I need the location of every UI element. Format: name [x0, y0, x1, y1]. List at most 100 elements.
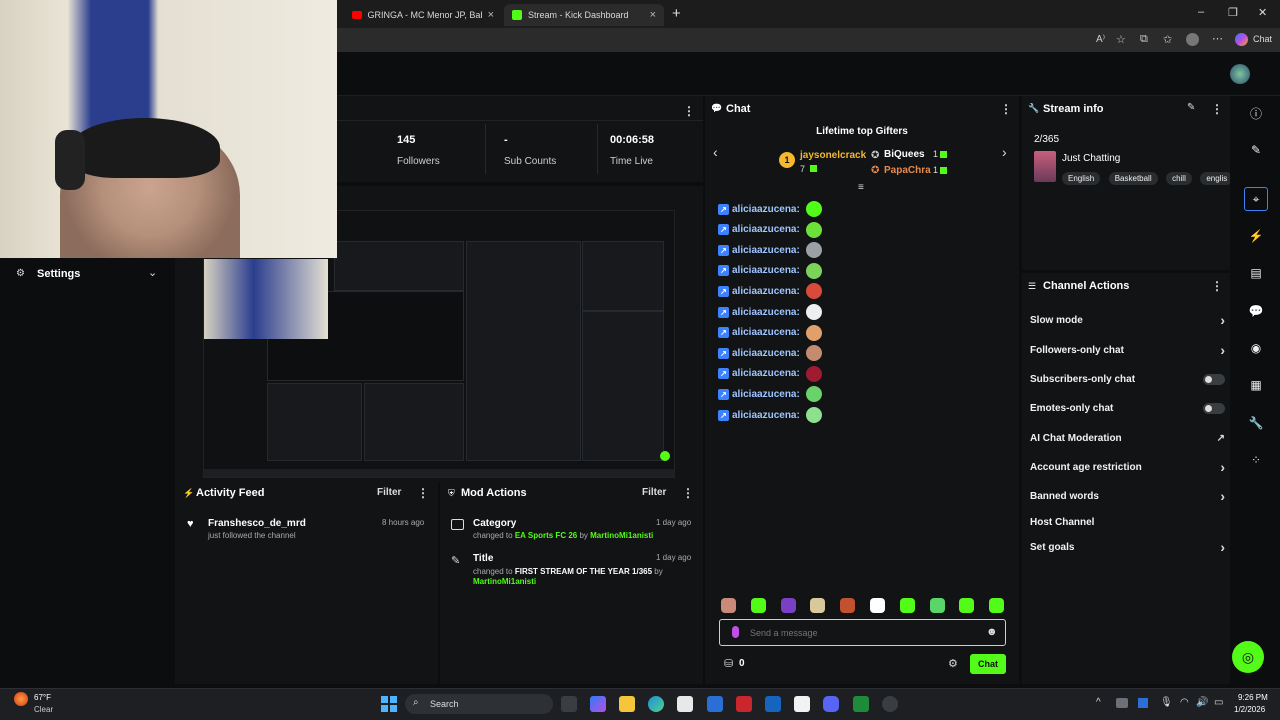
category-thumbnail[interactable]	[1034, 151, 1056, 182]
gifter-name[interactable]: BiQuees	[884, 149, 925, 160]
chat-rail-icon[interactable]: 💬	[1244, 299, 1268, 323]
copilot-chat-label[interactable]: Chat	[1253, 34, 1272, 44]
chat-username[interactable]: aliciaazucena:	[732, 410, 800, 421]
mod-filter-button[interactable]: Filter	[642, 487, 666, 498]
tab-close-icon[interactable]: ×	[488, 9, 494, 21]
favorite-icon[interactable]: ☆	[1116, 33, 1126, 46]
chat-menu-icon[interactable]: ⋮	[1000, 102, 1012, 116]
mail-icon[interactable]	[794, 696, 810, 712]
channel-action-3[interactable]: Emotes-only chat	[1030, 398, 1225, 418]
channel-action-6[interactable]: Banned words ›	[1030, 486, 1225, 506]
chat-send-button[interactable]: Chat	[970, 654, 1006, 674]
focus-icon[interactable]: ⌖	[1244, 187, 1268, 211]
toggle-switch[interactable]	[1203, 402, 1225, 414]
chat-username[interactable]: aliciaazucena:	[732, 307, 800, 318]
tray-cloud-icon[interactable]	[1116, 698, 1128, 708]
user-avatar[interactable]	[1230, 64, 1250, 84]
extensions-icon[interactable]: ⧉	[1140, 33, 1148, 46]
task-view-icon[interactable]	[561, 696, 577, 712]
stream-info-menu-icon[interactable]: ⋮	[1211, 102, 1223, 116]
toggle-switch[interactable]	[1203, 373, 1225, 385]
settings-label[interactable]: Settings	[37, 268, 80, 280]
tag[interactable]: chill	[1166, 172, 1192, 185]
mod-menu-icon[interactable]: ⋮	[682, 486, 694, 500]
quick-emote-button[interactable]	[840, 598, 856, 613]
battery-icon[interactable]: ▭	[1214, 697, 1223, 708]
edit-pencil-icon[interactable]: ✎	[1187, 102, 1195, 113]
maximize-button[interactable]: ❐	[1228, 6, 1238, 19]
chat-username[interactable]: aliciaazucena:	[732, 245, 800, 256]
close-window-button[interactable]: ✕	[1258, 6, 1267, 19]
channel-action-1[interactable]: Followers-only chat ›	[1030, 340, 1225, 360]
favorites-bar-icon[interactable]: ✩	[1163, 33, 1172, 46]
chat-settings-icon[interactable]: ⚙	[948, 657, 958, 670]
volume-icon[interactable]: 🔊	[1196, 697, 1208, 708]
chat-username[interactable]: aliciaazucena:	[732, 348, 800, 359]
read-aloud-icon[interactable]: A⁾	[1096, 34, 1105, 45]
quick-emote-button[interactable]	[721, 598, 736, 613]
file-explorer-icon[interactable]	[619, 696, 635, 712]
activity-filter-button[interactable]: Filter	[377, 487, 401, 498]
broadcast-icon[interactable]: ◉	[1244, 336, 1268, 360]
channel-actions-menu-icon[interactable]: ⋮	[1211, 279, 1223, 293]
channel-action-5[interactable]: Account age restriction ›	[1030, 457, 1225, 477]
tag[interactable]: English	[1062, 172, 1101, 185]
chat-username[interactable]: aliciaazucena:	[732, 327, 800, 338]
xbox-icon[interactable]	[853, 696, 869, 712]
tag[interactable]: englis	[1200, 172, 1230, 185]
info-icon[interactable]: ⓘ	[1244, 101, 1268, 125]
chat-username[interactable]: aliciaazucena:	[732, 389, 800, 400]
taskbar-time[interactable]: 9:26 PM	[1238, 693, 1268, 702]
weather-icon[interactable]	[14, 692, 28, 706]
more-menu-icon[interactable]: ⋯	[1212, 32, 1223, 45]
channel-action-8[interactable]: Set goals ›	[1030, 537, 1225, 557]
store-icon[interactable]	[677, 696, 693, 712]
new-tab-button[interactable]: +	[672, 5, 681, 22]
quick-emote-button[interactable]	[989, 598, 1005, 613]
tray-mic-icon[interactable]: 🎙	[1160, 697, 1173, 708]
gifter-name[interactable]: PapaChra	[884, 165, 931, 176]
chat-username[interactable]: aliciaazucena:	[732, 204, 800, 215]
quick-emote-button[interactable]	[810, 598, 826, 613]
channel-action-4[interactable]: AI Chat Moderation ↗	[1030, 428, 1225, 448]
microphone-icon[interactable]	[732, 626, 739, 638]
copilot-app-icon[interactable]	[590, 696, 606, 712]
activity-menu-icon[interactable]: ⋮	[417, 486, 429, 500]
tab-close-icon[interactable]: ×	[650, 9, 656, 21]
tab-kick-dashboard[interactable]: Stream - Kick Dashboard ×	[504, 4, 664, 26]
antivirus-icon[interactable]	[736, 696, 752, 712]
tray-chevron-icon[interactable]: ^	[1096, 697, 1101, 708]
vscode-icon[interactable]	[707, 696, 723, 712]
emoji-picker-icon[interactable]: ☻	[986, 626, 998, 638]
stats-menu-icon[interactable]: ⋮	[683, 104, 695, 118]
quick-emote-button[interactable]	[929, 598, 945, 613]
pencil-icon[interactable]: ✎	[1244, 138, 1268, 162]
category-name[interactable]: Just Chatting	[1062, 153, 1120, 164]
profile-avatar[interactable]	[1186, 33, 1199, 46]
chat-username[interactable]: aliciaazucena:	[732, 224, 800, 235]
lightning-rail-icon[interactable]: ⚡	[1244, 224, 1268, 248]
chevron-left-icon[interactable]: ‹	[713, 144, 718, 160]
quick-emote-button[interactable]	[750, 598, 766, 613]
windows-start-icon[interactable]	[381, 696, 397, 712]
activity-user[interactable]: Franshesco_de_mrd	[208, 518, 306, 529]
quick-emote-button[interactable]	[959, 598, 975, 613]
quick-emote-button[interactable]	[899, 598, 915, 613]
gifter-name[interactable]: jaysonelcrack	[800, 150, 866, 161]
tab-gringa[interactable]: GRINGA - MC Menor JP, Baby Gan ×	[344, 4, 502, 26]
channel-action-0[interactable]: Slow mode ›	[1030, 310, 1225, 330]
chat-username[interactable]: aliciaazucena:	[732, 368, 800, 379]
quick-emote-button[interactable]	[780, 598, 796, 613]
channel-action-7[interactable]: Host Channel	[1030, 512, 1225, 532]
tag[interactable]: Basketball	[1108, 172, 1158, 185]
minimize-button[interactable]: –	[1198, 6, 1204, 18]
chat-message-input[interactable]	[750, 625, 970, 640]
wrench-rail-icon[interactable]: 🔧	[1244, 411, 1268, 435]
layout-icon[interactable]: ▦	[1244, 373, 1268, 397]
obs-icon[interactable]	[882, 696, 898, 712]
pinned-collapse-icon[interactable]: ≡	[858, 182, 864, 193]
document-icon[interactable]: ▤	[1244, 261, 1268, 285]
discord-icon[interactable]	[823, 696, 839, 712]
points-icon[interactable]: ⛁	[724, 657, 733, 670]
taskbar-search-box[interactable]: ⌕ Search	[405, 694, 553, 714]
